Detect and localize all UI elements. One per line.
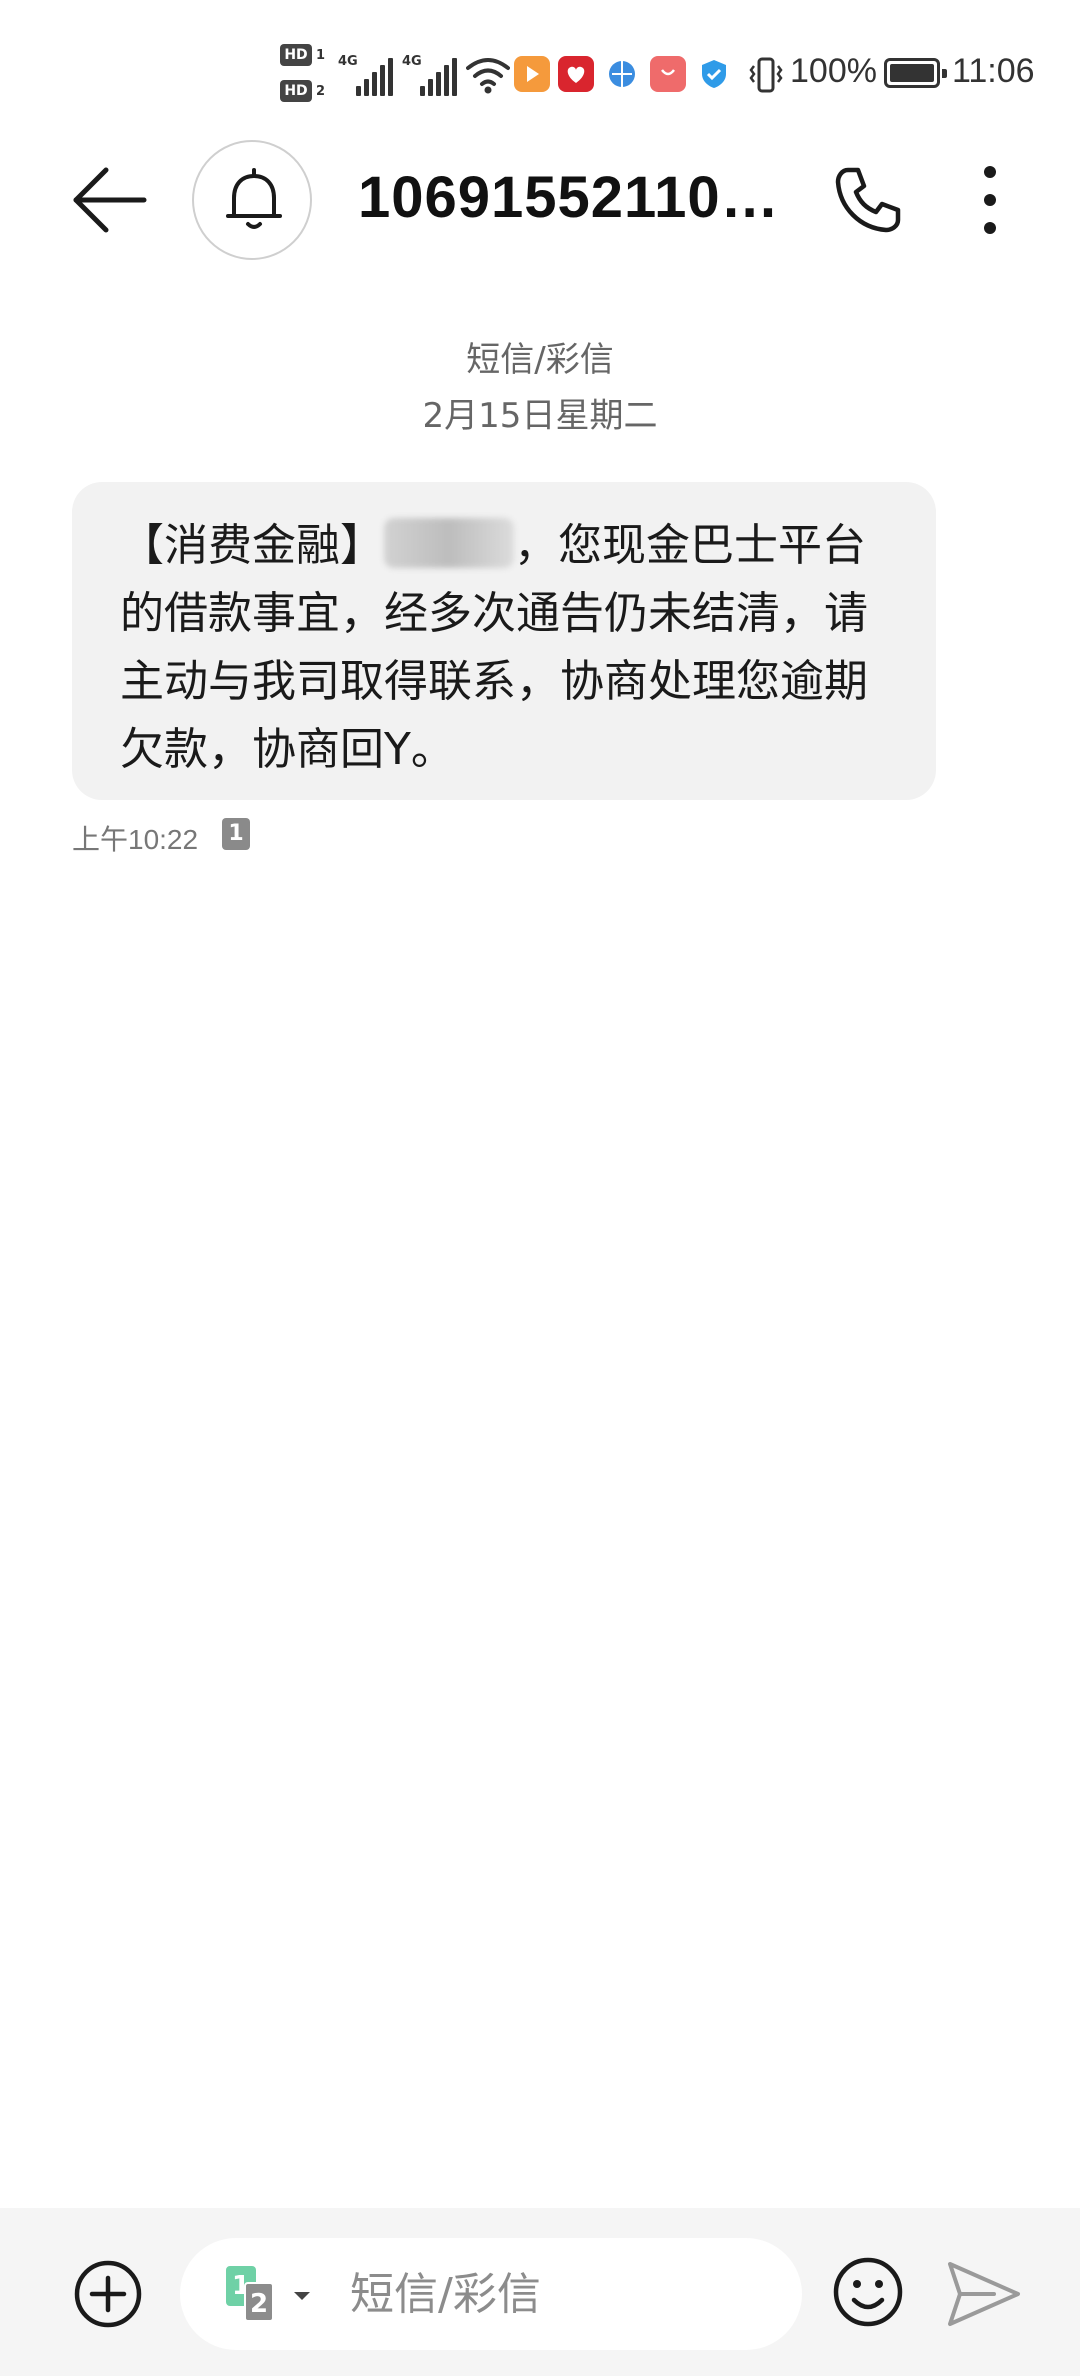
bag-app-icon [650, 56, 686, 92]
back-arrow-icon[interactable] [66, 162, 150, 238]
wifi-icon [466, 58, 510, 94]
hd2-badge: HD [280, 80, 312, 102]
input-bar: 1 2 [0, 2208, 1080, 2376]
conversation-header: 10691552110… [0, 140, 1080, 260]
video-app-icon [514, 56, 550, 92]
bell-icon [226, 168, 282, 229]
heart-app-icon [558, 56, 594, 92]
message-type-label: 短信/彩信 [466, 340, 614, 380]
message-prefix: 【消费金融】 [120, 520, 384, 571]
contact-avatar[interactable] [192, 140, 312, 260]
redacted-name [384, 518, 514, 568]
sim2-chip: 2 [244, 2282, 274, 2322]
signal-icon: 4G [338, 52, 394, 96]
sim-selector[interactable]: 1 2 [226, 2262, 318, 2326]
chevron-down-icon [294, 2292, 310, 2300]
send-icon[interactable] [944, 2258, 1024, 2330]
hd1-sub: 1 [316, 48, 326, 63]
phone-icon[interactable] [828, 160, 908, 240]
hd2-sub: 2 [316, 84, 326, 99]
sim-badge: 1 [222, 818, 250, 850]
message-text: 【消费金融】 ，您现金巴士平台的借款事宜，经多次通告仍未结清，请主动与我司取得联系… [120, 512, 896, 784]
network-type-2: 4G [402, 54, 422, 69]
message-time: 上午10:22 [72, 824, 199, 855]
hd-voice-indicator: HD 1 HD 2 [280, 44, 330, 106]
contact-name[interactable]: 10691552110… [358, 164, 778, 231]
emoji-icon[interactable] [830, 2254, 906, 2330]
status-bar: HD 1 HD 2 4G 4G 100% 11:06 [0, 0, 1080, 150]
compose-field: 1 2 [180, 2238, 802, 2350]
message-bubble[interactable]: 【消费金融】 ，您现金巴士平台的借款事宜，经多次通告仍未结清，请主动与我司取得联系… [72, 482, 936, 800]
network-type-1: 4G [338, 54, 358, 69]
status-time: 11:06 [952, 52, 1035, 90]
more-vertical-icon[interactable] [960, 158, 1020, 242]
shield-app-icon [696, 56, 732, 92]
message-input[interactable] [350, 2262, 770, 2326]
vibrate-icon [749, 57, 783, 93]
date-separator: 2月15日星期二 [422, 396, 658, 436]
battery-icon [884, 58, 947, 88]
battery-percent: 100% [790, 52, 877, 90]
hd1-badge: HD [280, 44, 312, 66]
globe-app-icon [604, 56, 640, 92]
signal-icon: 4G [402, 52, 458, 96]
plus-circle-icon[interactable] [72, 2258, 144, 2330]
